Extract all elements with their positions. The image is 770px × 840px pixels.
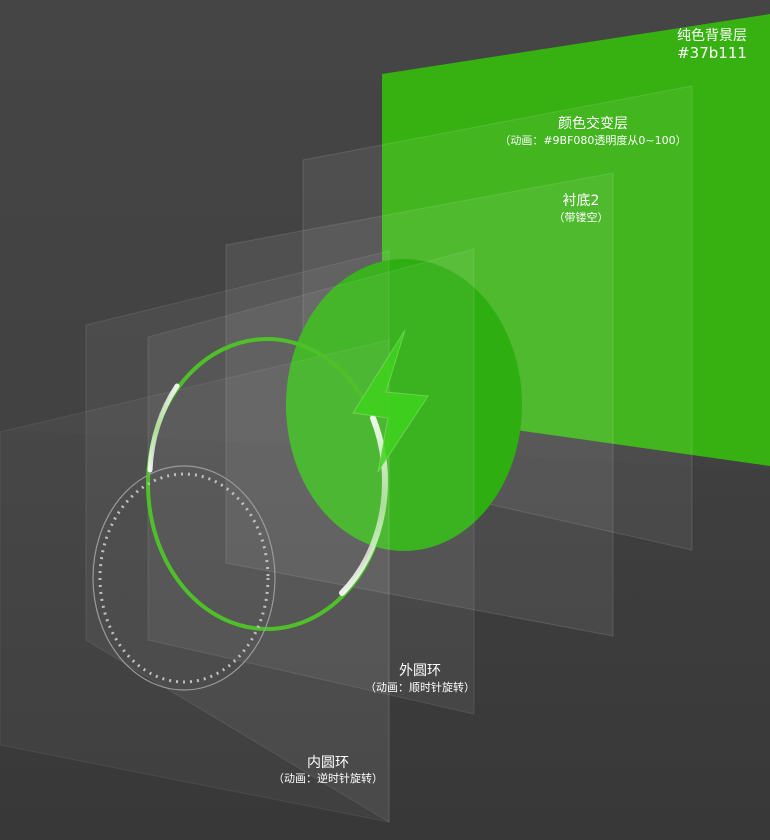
inner-ring-layer-subtitle: （动画：逆时针旋转） <box>273 771 383 785</box>
outer-ring-layer-subtitle: （动画：顺时针旋转） <box>365 680 475 694</box>
inner-ring-layer-title: 内圆环 <box>307 755 349 771</box>
background-layer-title: 纯色背景层 <box>677 27 747 44</box>
color-change-layer-subtitle: （动画：#9BF080透明度从0~100） <box>499 133 686 147</box>
layer-diagram: 纯色背景层 #37b111 颜色交变层 （动画：#9BF080透明度从0~100… <box>0 0 770 840</box>
outer-ring-layer-title: 外圆环 <box>399 663 441 679</box>
background-layer-code: #37b111 <box>677 44 747 62</box>
base2-layer-subtitle: （带镂空） <box>554 210 609 224</box>
color-change-layer-title: 颜色交变层 <box>558 115 628 132</box>
base2-layer-title: 衬底2 <box>563 193 600 209</box>
